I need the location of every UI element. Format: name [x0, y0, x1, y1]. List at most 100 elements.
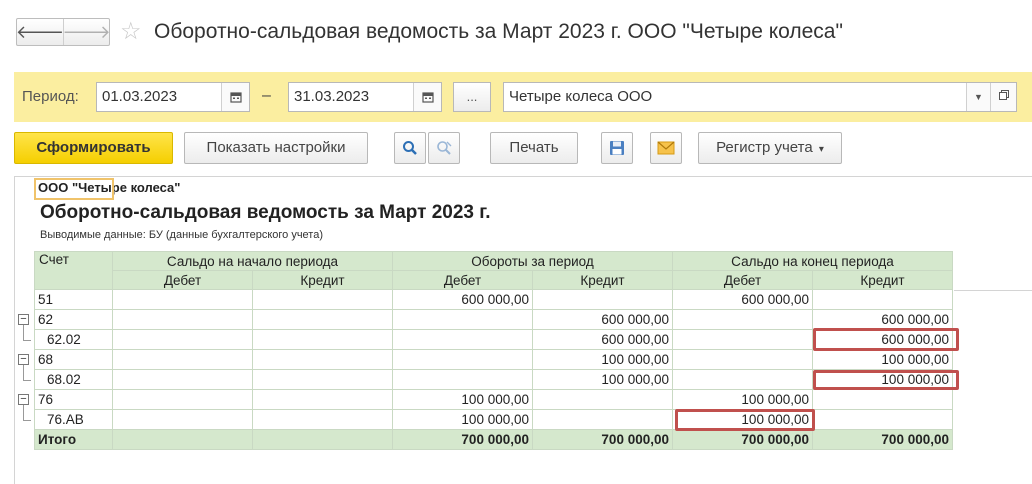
- header-closing-balance[interactable]: Сальдо на конец периода: [672, 251, 953, 271]
- closing-credit-cell[interactable]: [812, 409, 953, 430]
- opening-debit-cell[interactable]: [112, 369, 253, 390]
- calendar-button[interactable]: [413, 83, 441, 111]
- turnover-debit-cell[interactable]: [392, 369, 533, 390]
- organization-field[interactable]: Четыре колеса ООО ▼: [503, 82, 1017, 112]
- subaccount-cell[interactable]: 62.02: [34, 329, 113, 350]
- dropdown-button[interactable]: ▼: [966, 83, 990, 111]
- collapse-group-62-button[interactable]: −: [18, 314, 29, 325]
- account-cell[interactable]: 68: [34, 349, 113, 370]
- period-end-field[interactable]: 31.03.2023: [288, 82, 442, 112]
- closing-debit-cell[interactable]: [672, 349, 813, 370]
- closing-debit-cell[interactable]: 600 000,00: [672, 289, 813, 310]
- opening-credit-cell[interactable]: [252, 309, 393, 330]
- opening-debit-cell[interactable]: [112, 409, 253, 430]
- turnover-credit-cell[interactable]: [532, 289, 673, 310]
- closing-credit-cell[interactable]: [812, 289, 953, 310]
- total-opening-credit[interactable]: [252, 429, 393, 450]
- opening-debit-cell[interactable]: [112, 289, 253, 310]
- opening-debit-cell[interactable]: [112, 389, 253, 410]
- favorite-star-icon[interactable]: ☆: [120, 18, 142, 46]
- collapse-group-76-button[interactable]: −: [18, 394, 29, 405]
- table-row[interactable]: 76 100 000,00 100 000,00: [34, 389, 953, 410]
- turnover-debit-cell[interactable]: 100 000,00: [392, 409, 533, 430]
- closing-debit-cell[interactable]: [672, 369, 813, 390]
- header-turnover[interactable]: Обороты за период: [392, 251, 673, 271]
- closing-credit-cell[interactable]: 100 000,00: [812, 349, 953, 370]
- print-button[interactable]: Печать: [490, 132, 578, 164]
- period-start-field[interactable]: 01.03.2023: [96, 82, 250, 112]
- tree-connector: [23, 365, 24, 380]
- turnover-debit-cell[interactable]: [392, 349, 533, 370]
- header-turnover-debit[interactable]: Дебет: [392, 270, 533, 290]
- open-button[interactable]: [990, 83, 1016, 111]
- calendar-button[interactable]: [221, 83, 249, 111]
- closing-credit-cell[interactable]: 600 000,00: [812, 309, 953, 330]
- table-row[interactable]: 68 100 000,00 100 000,00: [34, 349, 953, 370]
- cancel-search-button[interactable]: [428, 132, 460, 164]
- organization-value: Четыре колеса ООО: [509, 88, 653, 105]
- search-button[interactable]: [394, 132, 426, 164]
- total-closing-credit[interactable]: 700 000,00: [812, 429, 953, 450]
- total-opening-debit[interactable]: [112, 429, 253, 450]
- collapse-group-68-button[interactable]: −: [18, 354, 29, 365]
- opening-debit-cell[interactable]: [112, 349, 253, 370]
- closing-debit-cell[interactable]: [672, 329, 813, 350]
- closing-credit-cell[interactable]: [812, 389, 953, 410]
- forward-button[interactable]: 🡒: [62, 19, 111, 45]
- total-label[interactable]: Итого: [34, 429, 113, 450]
- opening-credit-cell[interactable]: [252, 289, 393, 310]
- table-row[interactable]: 62 600 000,00 600 000,00: [34, 309, 953, 330]
- opening-debit-cell[interactable]: [112, 329, 253, 350]
- turnover-debit-cell[interactable]: 100 000,00: [392, 389, 533, 410]
- period-start-value: 01.03.2023: [102, 88, 178, 105]
- back-button[interactable]: 🡐: [16, 19, 64, 45]
- turnover-credit-cell[interactable]: 100 000,00: [532, 349, 673, 370]
- turnover-debit-cell[interactable]: 600 000,00: [392, 289, 533, 310]
- report-title: Оборотно-сальдовая ведомость за Март 202…: [40, 202, 491, 223]
- header-turnover-credit[interactable]: Кредит: [532, 270, 673, 290]
- opening-credit-cell[interactable]: [252, 409, 393, 430]
- turnover-credit-cell[interactable]: [532, 389, 673, 410]
- turnover-debit-cell[interactable]: [392, 309, 533, 330]
- arrow-right-icon: 🡒: [62, 21, 111, 42]
- account-cell[interactable]: 62: [34, 309, 113, 330]
- header-opening-credit[interactable]: Кредит: [252, 270, 393, 290]
- opening-credit-cell[interactable]: [252, 329, 393, 350]
- total-turnover-credit[interactable]: 700 000,00: [532, 429, 673, 450]
- header-opening-balance[interactable]: Сальдо на начало периода: [112, 251, 393, 271]
- search-cancel-icon: [437, 141, 452, 155]
- opening-credit-cell[interactable]: [252, 389, 393, 410]
- account-cell[interactable]: 51: [34, 289, 113, 310]
- header-closing-credit[interactable]: Кредит: [812, 270, 953, 290]
- save-button[interactable]: [601, 132, 633, 164]
- generate-button[interactable]: Сформировать: [14, 132, 173, 164]
- turnover-credit-cell[interactable]: 100 000,00: [532, 369, 673, 390]
- opening-credit-cell[interactable]: [252, 349, 393, 370]
- envelope-icon: [657, 141, 675, 155]
- closing-debit-cell[interactable]: [672, 309, 813, 330]
- opening-debit-cell[interactable]: [112, 309, 253, 330]
- opening-credit-cell[interactable]: [252, 369, 393, 390]
- tree-connector: [23, 405, 24, 420]
- turnover-credit-cell[interactable]: 600 000,00: [532, 309, 673, 330]
- subaccount-cell[interactable]: 68.02: [34, 369, 113, 390]
- show-settings-button[interactable]: Показать настройки: [184, 132, 368, 164]
- account-cell[interactable]: 76: [34, 389, 113, 410]
- total-row[interactable]: Итого 700 000,00 700 000,00 700 000,00 7…: [34, 429, 953, 450]
- header-closing-debit[interactable]: Дебет: [672, 270, 813, 290]
- header-account[interactable]: Счет: [34, 251, 113, 290]
- period-select-button[interactable]: ...: [453, 82, 491, 112]
- turnover-credit-cell[interactable]: 600 000,00: [532, 329, 673, 350]
- tree-connector: [23, 340, 31, 341]
- subaccount-cell[interactable]: 76.АВ: [34, 409, 113, 430]
- accounting-register-button[interactable]: Регистр учета ▾: [698, 132, 842, 164]
- header-opening-debit[interactable]: Дебет: [112, 270, 253, 290]
- send-email-button[interactable]: [650, 132, 682, 164]
- calendar-icon: [229, 92, 242, 103]
- table-row[interactable]: 51 600 000,00 600 000,00: [34, 289, 953, 310]
- turnover-debit-cell[interactable]: [392, 329, 533, 350]
- closing-debit-cell[interactable]: 100 000,00: [672, 389, 813, 410]
- turnover-credit-cell[interactable]: [532, 409, 673, 430]
- total-closing-debit[interactable]: 700 000,00: [672, 429, 813, 450]
- total-turnover-debit[interactable]: 700 000,00: [392, 429, 533, 450]
